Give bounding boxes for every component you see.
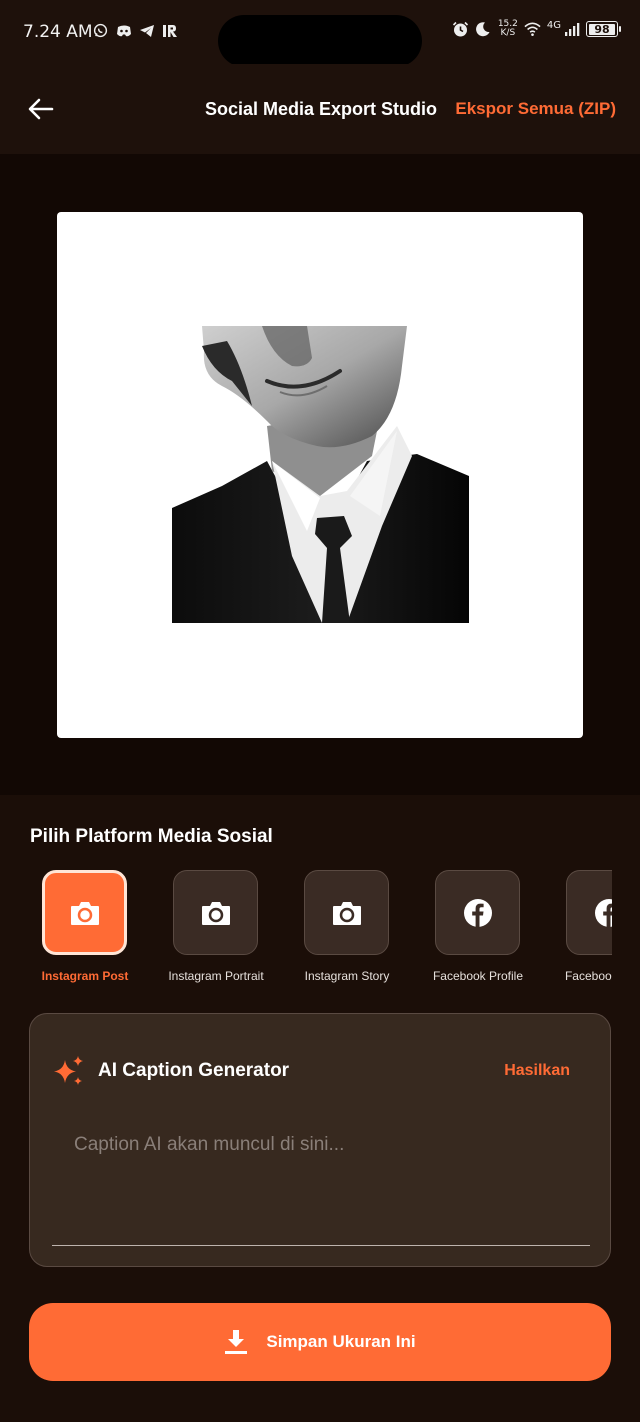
export-all-zip-button[interactable]: Ekspor Semua (ZIP) (455, 99, 616, 119)
telegram-icon (138, 22, 155, 39)
alarm-icon (452, 21, 469, 38)
network-speed: 15.2 K/S (498, 20, 518, 38)
caption-textarea[interactable] (52, 1122, 590, 1246)
preview-area (0, 154, 640, 795)
export-preview-canvas (57, 212, 583, 738)
facebook-icon (594, 898, 612, 927)
platform-tile (566, 870, 612, 955)
camera-icon (332, 901, 361, 925)
platform-facebook-profile[interactable]: Facebook Profile (413, 870, 543, 990)
status-bar: 7.24 AM 15.2 K/S 4G 98 (0, 0, 640, 67)
portrait-photo (172, 326, 469, 623)
platform-tile (42, 870, 127, 955)
status-left-icons (92, 22, 178, 39)
camera-icon (70, 901, 99, 925)
moon-icon (475, 21, 492, 38)
back-button[interactable] (24, 94, 58, 124)
save-button-label: Simpan Ukuran Ini (266, 1332, 416, 1351)
platform-label: Facebook Profile (432, 969, 524, 983)
wifi-icon (524, 21, 541, 38)
platform-tile (173, 870, 258, 955)
platform-instagram-portrait[interactable]: Instagram Portrait (151, 870, 281, 990)
ir-icon (161, 22, 178, 39)
facebook-icon (463, 898, 492, 927)
platform-tile (304, 870, 389, 955)
camera-notch (218, 15, 422, 67)
platform-tile (435, 870, 520, 955)
platform-label: Facebook Cover (564, 969, 612, 983)
arrow-left-icon (28, 98, 54, 120)
platform-label: Instagram Portrait (168, 969, 264, 983)
platform-label: Instagram Post (41, 969, 129, 983)
signal-icon (563, 21, 580, 38)
whatsapp-icon (92, 22, 109, 39)
app-bar: Social Media Export Studio Ekspor Semua … (0, 64, 640, 154)
platform-section-title: Pilih Platform Media Sosial (30, 826, 273, 847)
platform-instagram-post[interactable]: Instagram Post (20, 870, 150, 990)
page-title: Social Media Export Studio (205, 99, 438, 119)
network-speed-unit: K/S (500, 28, 516, 38)
ai-caption-card: AI Caption Generator Hasilkan (29, 1013, 611, 1267)
caption-card-title: AI Caption Generator (98, 1060, 290, 1081)
platform-instagram-story[interactable]: Instagram Story (282, 870, 412, 990)
battery-level: 98 (589, 23, 615, 35)
status-time: 7.24 AM (23, 22, 93, 42)
battery-indicator: 98 (586, 21, 621, 37)
platform-facebook-cover[interactable]: Facebook Cover (544, 870, 612, 990)
screen: 7.24 AM 15.2 K/S 4G 98 Social Media Expo… (0, 0, 640, 1422)
save-size-button[interactable]: Simpan Ukuran Ini (29, 1303, 611, 1381)
platform-label: Instagram Story (304, 969, 390, 983)
discord-icon (115, 22, 132, 39)
download-icon (225, 1330, 248, 1354)
camera-icon (201, 901, 230, 925)
generate-caption-button[interactable]: Hasilkan (504, 1062, 570, 1080)
platform-list: Instagram Post Instagram Portrait Instag… (0, 870, 612, 990)
sparkle-icon (52, 1054, 86, 1088)
status-right-icons: 15.2 K/S 4G 98 (452, 19, 621, 38)
network-type: 4G (546, 19, 561, 31)
